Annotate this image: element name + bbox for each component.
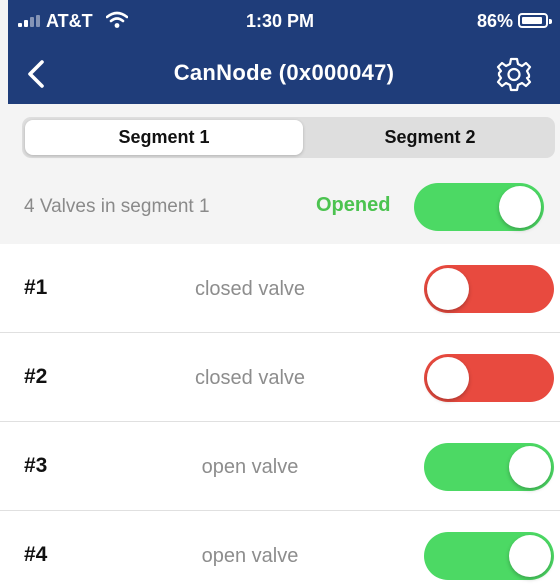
clock: 1:30 PM: [246, 11, 315, 31]
segment-tab-2[interactable]: Segment 2: [305, 117, 555, 158]
cellular-signal-icon: [18, 15, 40, 27]
segment-state-label: Opened: [316, 194, 391, 216]
valve-count-label: 4 Valves in segment 1: [24, 196, 210, 217]
segment-master-toggle[interactable]: [414, 183, 544, 231]
navigation-bar: CanNode (0x000047): [8, 44, 560, 104]
valve-row-4: #4 open valve: [0, 511, 560, 588]
valve-toggle-3[interactable]: [424, 443, 554, 491]
toggle-knob: [509, 446, 551, 488]
toggle-knob: [427, 357, 469, 399]
toggle-knob: [427, 268, 469, 310]
battery-icon: [518, 13, 552, 28]
valve-list: #1 closed valve #2 closed valve #3 open …: [0, 244, 560, 588]
valve-toggle-1[interactable]: [424, 265, 554, 313]
toggle-knob: [509, 535, 551, 577]
status-bar: AT&T 1:30 PM 86%: [8, 0, 560, 44]
toggle-knob: [499, 186, 541, 228]
top-bar: AT&T 1:30 PM 86% CanNode (0x000047): [8, 0, 560, 104]
carrier-name: AT&T: [46, 11, 93, 31]
segment-control: Segment 1 Segment 2: [22, 117, 555, 158]
battery-percent: 86%: [477, 11, 514, 31]
valve-row-2: #2 closed valve: [0, 333, 560, 422]
app-screen: AT&T 1:30 PM 86% CanNode (0x000047) Segm…: [0, 0, 560, 588]
gear-icon[interactable]: [494, 54, 534, 94]
wifi-icon: [106, 11, 128, 28]
valve-row-1: #1 closed valve: [0, 244, 560, 333]
page-title: CanNode (0x000047): [173, 60, 395, 85]
segment-tab-1[interactable]: Segment 1: [25, 120, 303, 155]
valve-row-3: #3 open valve: [0, 422, 560, 511]
valve-toggle-4[interactable]: [424, 532, 554, 580]
segment-summary: 4 Valves in segment 1 Opened: [0, 170, 560, 244]
valve-toggle-2[interactable]: [424, 354, 554, 402]
